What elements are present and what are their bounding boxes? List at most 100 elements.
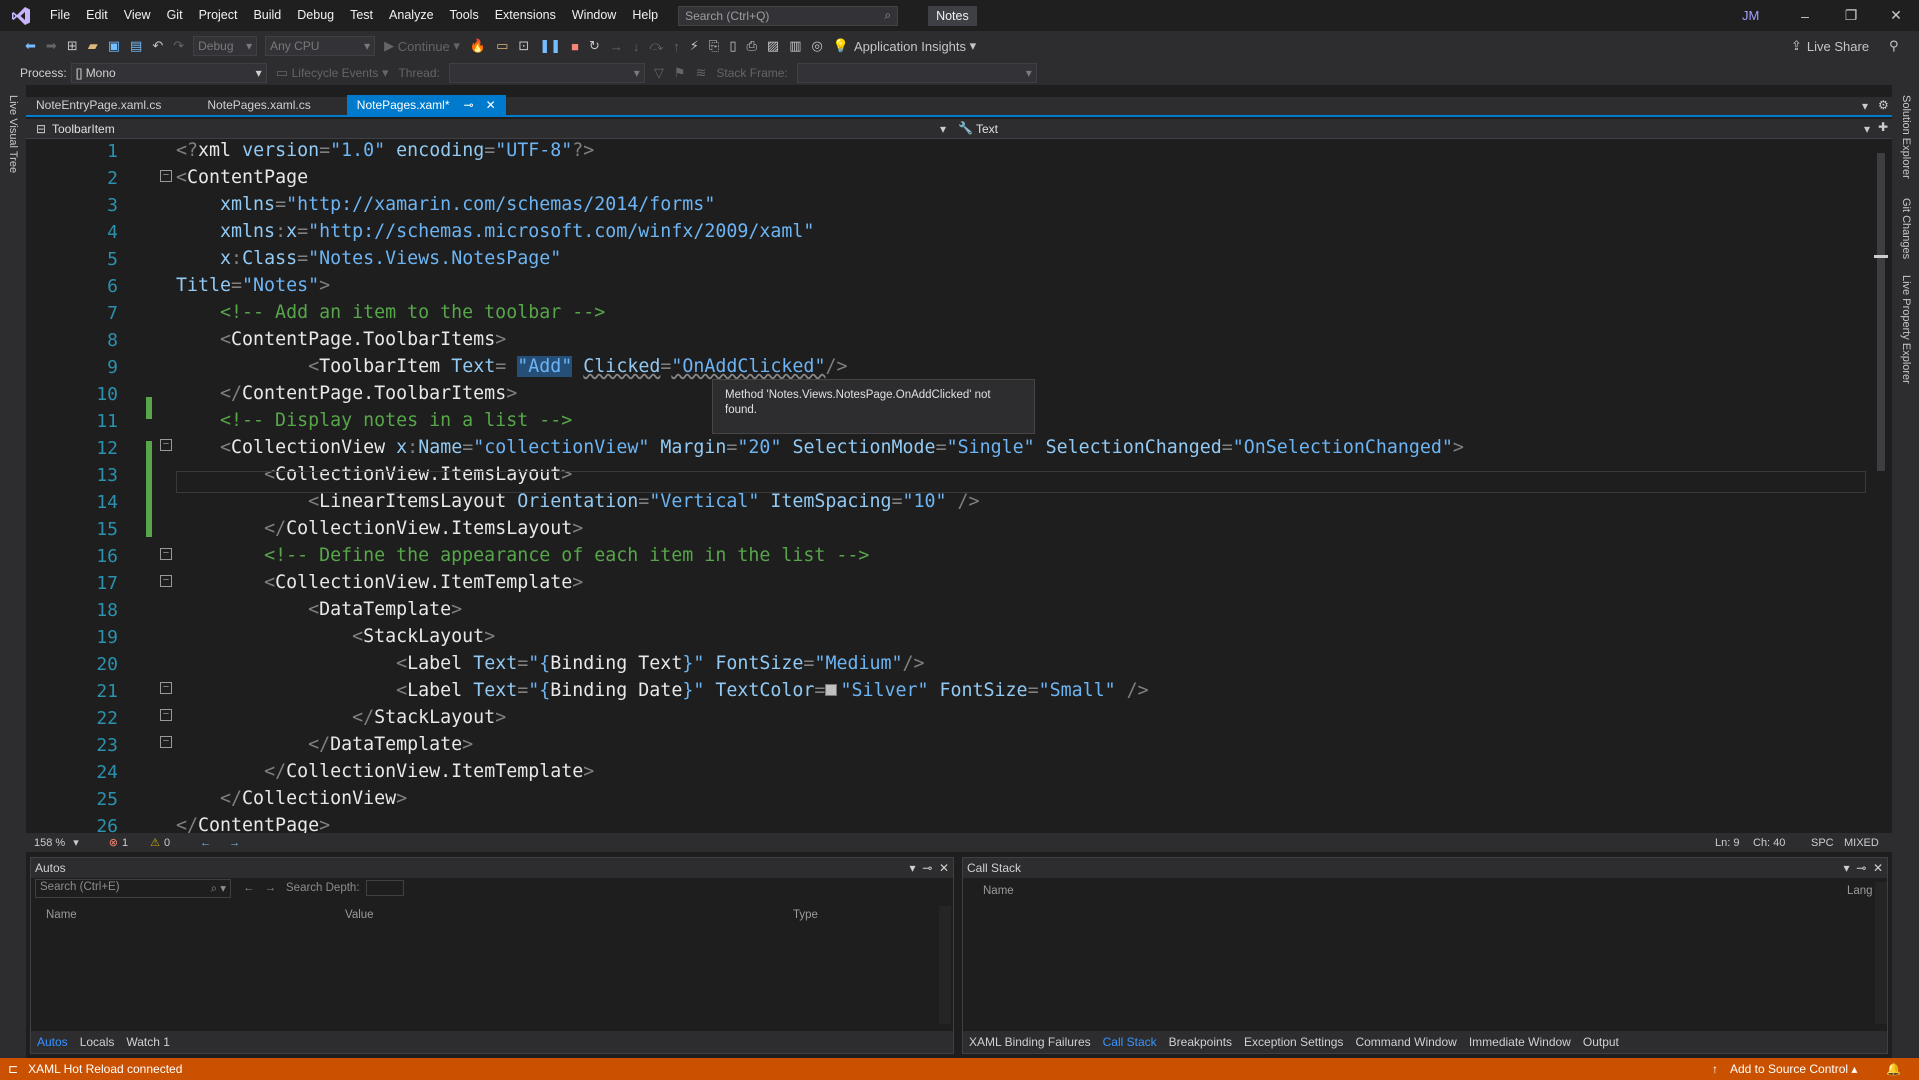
tab-locals[interactable]: Locals bbox=[74, 1035, 121, 1049]
nav-back-icon[interactable]: ← bbox=[200, 837, 211, 849]
code-editor[interactable]: 1 <?xml version="1.0" encoding="UTF-8"?> 2… bbox=[26, 139, 1892, 833]
code-line[interactable]: <!-- Define the appearance of each item … bbox=[176, 545, 869, 566]
add-to-source-control[interactable]: Add to Source Control ▴ bbox=[1730, 1062, 1857, 1076]
line-endings[interactable]: MIXED bbox=[1844, 837, 1879, 849]
app-insights-button[interactable]: 💡 Application Insights ▾ bbox=[833, 38, 976, 54]
code-line[interactable]: <CollectionView x:Name="collectionView" … bbox=[176, 437, 1464, 458]
image-icon[interactable]: ▨ bbox=[767, 38, 779, 54]
tab-immediate-window[interactable]: Immediate Window bbox=[1463, 1035, 1577, 1049]
code-line[interactable]: <ContentPage bbox=[176, 167, 308, 188]
code-line[interactable]: <!-- Add an item to the toolbar --> bbox=[176, 302, 605, 323]
fold-toggle-icon[interactable]: − bbox=[160, 709, 172, 721]
restore-button[interactable]: ❐ bbox=[1828, 0, 1874, 31]
screenshot-icon[interactable]: ⊡ bbox=[518, 38, 529, 54]
tab-call-stack[interactable]: Call Stack bbox=[1097, 1035, 1163, 1049]
menu-git[interactable]: Git bbox=[159, 0, 191, 31]
code-line[interactable]: <ToolbarItem Text= "Add" Clicked="OnAddC… bbox=[176, 356, 847, 377]
close-tab-icon[interactable]: ✕ bbox=[486, 98, 496, 112]
column-lang[interactable]: Lang bbox=[1847, 885, 1873, 897]
code-line[interactable]: </CollectionView.ItemsLayout> bbox=[176, 518, 583, 539]
menu-extensions[interactable]: Extensions bbox=[487, 0, 564, 31]
live-property-explorer-tab[interactable]: Live Property Explorer bbox=[1900, 275, 1912, 384]
tab-noteentrypage-xaml-cs[interactable]: NoteEntryPage.xaml.cs bbox=[26, 95, 171, 115]
notifications-icon[interactable]: 🔔 bbox=[1886, 1062, 1901, 1076]
save-icon[interactable]: ▣ bbox=[108, 38, 120, 54]
column-value[interactable]: Value bbox=[345, 909, 374, 921]
code-line[interactable]: <?xml version="1.0" encoding="UTF-8"?> bbox=[176, 140, 594, 161]
fold-toggle-icon[interactable]: − bbox=[160, 439, 172, 451]
save-all-icon[interactable]: ▤ bbox=[130, 38, 142, 54]
menu-build[interactable]: Build bbox=[245, 0, 289, 31]
code-line[interactable]: </DataTemplate> bbox=[176, 734, 473, 755]
code-line[interactable]: <Label Text="{Binding Text}" FontSize="M… bbox=[176, 653, 924, 674]
back-icon[interactable]: ⬅ bbox=[25, 38, 36, 54]
step-out-icon[interactable]: ↑ bbox=[673, 39, 680, 54]
undo-icon[interactable]: ↶ bbox=[152, 38, 163, 54]
fold-toggle-icon[interactable]: − bbox=[160, 548, 172, 560]
forward-icon[interactable]: ➡ bbox=[46, 38, 57, 54]
indent-mode[interactable]: SPC bbox=[1811, 837, 1834, 849]
pause-icon[interactable]: ❚❚ bbox=[539, 38, 561, 54]
split-editor-icon[interactable]: ✚ bbox=[1878, 120, 1888, 134]
folder-icon[interactable]: ▭ bbox=[496, 38, 508, 54]
code-line[interactable]: <!-- Display notes in a list --> bbox=[176, 410, 572, 431]
tab-command-window[interactable]: Command Window bbox=[1349, 1035, 1462, 1049]
code-line[interactable]: x:Class="Notes.Views.NotesPage" bbox=[176, 248, 561, 269]
restart-icon[interactable]: ↻ bbox=[589, 38, 600, 54]
diagnostics-icon[interactable]: ⚡ bbox=[690, 38, 699, 54]
fold-toggle-icon[interactable]: − bbox=[160, 736, 172, 748]
stack-frame-dropdown[interactable]: ▾ bbox=[796, 63, 1037, 83]
nav-dropdown-arrow-icon[interactable]: ▾ bbox=[940, 122, 946, 136]
code-line[interactable]: Title="Notes"> bbox=[176, 275, 330, 296]
fold-toggle-icon[interactable]: − bbox=[160, 575, 172, 587]
code-line[interactable]: <DataTemplate> bbox=[176, 599, 462, 620]
xaml-icon[interactable]: ⎘ bbox=[709, 38, 719, 54]
close-icon[interactable]: ✕ bbox=[939, 861, 949, 875]
menu-analyze[interactable]: Analyze bbox=[381, 0, 441, 31]
process-dropdown[interactable]: [] Mono ▾ bbox=[70, 63, 267, 83]
code-line[interactable]: <LinearItemsLayout Orientation="Vertical… bbox=[176, 491, 979, 512]
column-name[interactable]: Name bbox=[983, 885, 1014, 897]
tab-overflow-icon[interactable]: ▾ bbox=[1862, 99, 1868, 113]
tab-xaml-binding-failures[interactable]: XAML Binding Failures bbox=[963, 1035, 1097, 1049]
printer-icon[interactable]: ⎙ bbox=[746, 38, 756, 54]
code-line[interactable]: <StackLayout> bbox=[176, 626, 495, 647]
call-stack-scrollbar[interactable] bbox=[1875, 882, 1887, 1024]
search-forward-icon[interactable]: → bbox=[265, 882, 277, 894]
menu-tools[interactable]: Tools bbox=[442, 0, 487, 31]
tab-exception-settings[interactable]: Exception Settings bbox=[1238, 1035, 1349, 1049]
dropdown-icon[interactable]: ▾ bbox=[1844, 861, 1850, 875]
step-over-icon[interactable]: ⤼ bbox=[649, 38, 663, 54]
code-line[interactable]: </StackLayout> bbox=[176, 707, 506, 728]
menu-window[interactable]: Window bbox=[564, 0, 624, 31]
menu-view[interactable]: View bbox=[116, 0, 159, 31]
visual-studio-logo-icon[interactable] bbox=[0, 0, 42, 31]
code-line[interactable]: </ContentPage> bbox=[176, 815, 330, 833]
code-line[interactable]: <ContentPage.ToolbarItems> bbox=[176, 329, 506, 350]
code-line[interactable]: </CollectionView> bbox=[176, 788, 407, 809]
nav-member-dropdown[interactable]: Text bbox=[976, 122, 998, 136]
hot-reload-icon[interactable]: 🔥 bbox=[470, 38, 486, 54]
error-icon[interactable]: ⊗ bbox=[109, 836, 118, 849]
redo-icon[interactable]: ↷ bbox=[173, 38, 184, 54]
code-line[interactable]: xmlns="http://xamarin.com/schemas/2014/f… bbox=[176, 194, 715, 215]
menu-debug[interactable]: Debug bbox=[289, 0, 342, 31]
vertical-scrollbar[interactable] bbox=[1874, 139, 1888, 833]
menu-file[interactable]: File bbox=[42, 0, 78, 31]
pin-icon[interactable]: ⊸ bbox=[922, 861, 932, 875]
tab-notepages-xaml-cs[interactable]: NotePages.xaml.cs bbox=[197, 95, 320, 115]
menu-help[interactable]: Help bbox=[624, 0, 666, 31]
thread-dropdown[interactable]: ▾ bbox=[448, 63, 645, 83]
fold-toggle-icon[interactable]: − bbox=[160, 682, 172, 694]
hot-reload-status[interactable]: XAML Hot Reload connected bbox=[28, 1062, 182, 1076]
menu-project[interactable]: Project bbox=[191, 0, 246, 31]
menu-test[interactable]: Test bbox=[342, 0, 381, 31]
live-share-button[interactable]: ⇪ Live Share bbox=[1791, 38, 1869, 54]
autos-search-input[interactable]: Search (Ctrl+E) ⌕ ▾ bbox=[35, 878, 231, 898]
minimize-button[interactable]: – bbox=[1782, 0, 1828, 31]
live-visual-tree-tab[interactable]: Live Visual Tree bbox=[7, 95, 19, 173]
git-changes-tab[interactable]: Git Changes bbox=[1900, 198, 1912, 259]
hot-reload-icon[interactable]: ⊏ bbox=[8, 1062, 18, 1076]
settings-gear-icon[interactable]: ⚙ bbox=[1878, 98, 1889, 112]
search-back-icon[interactable]: ← bbox=[243, 882, 255, 894]
